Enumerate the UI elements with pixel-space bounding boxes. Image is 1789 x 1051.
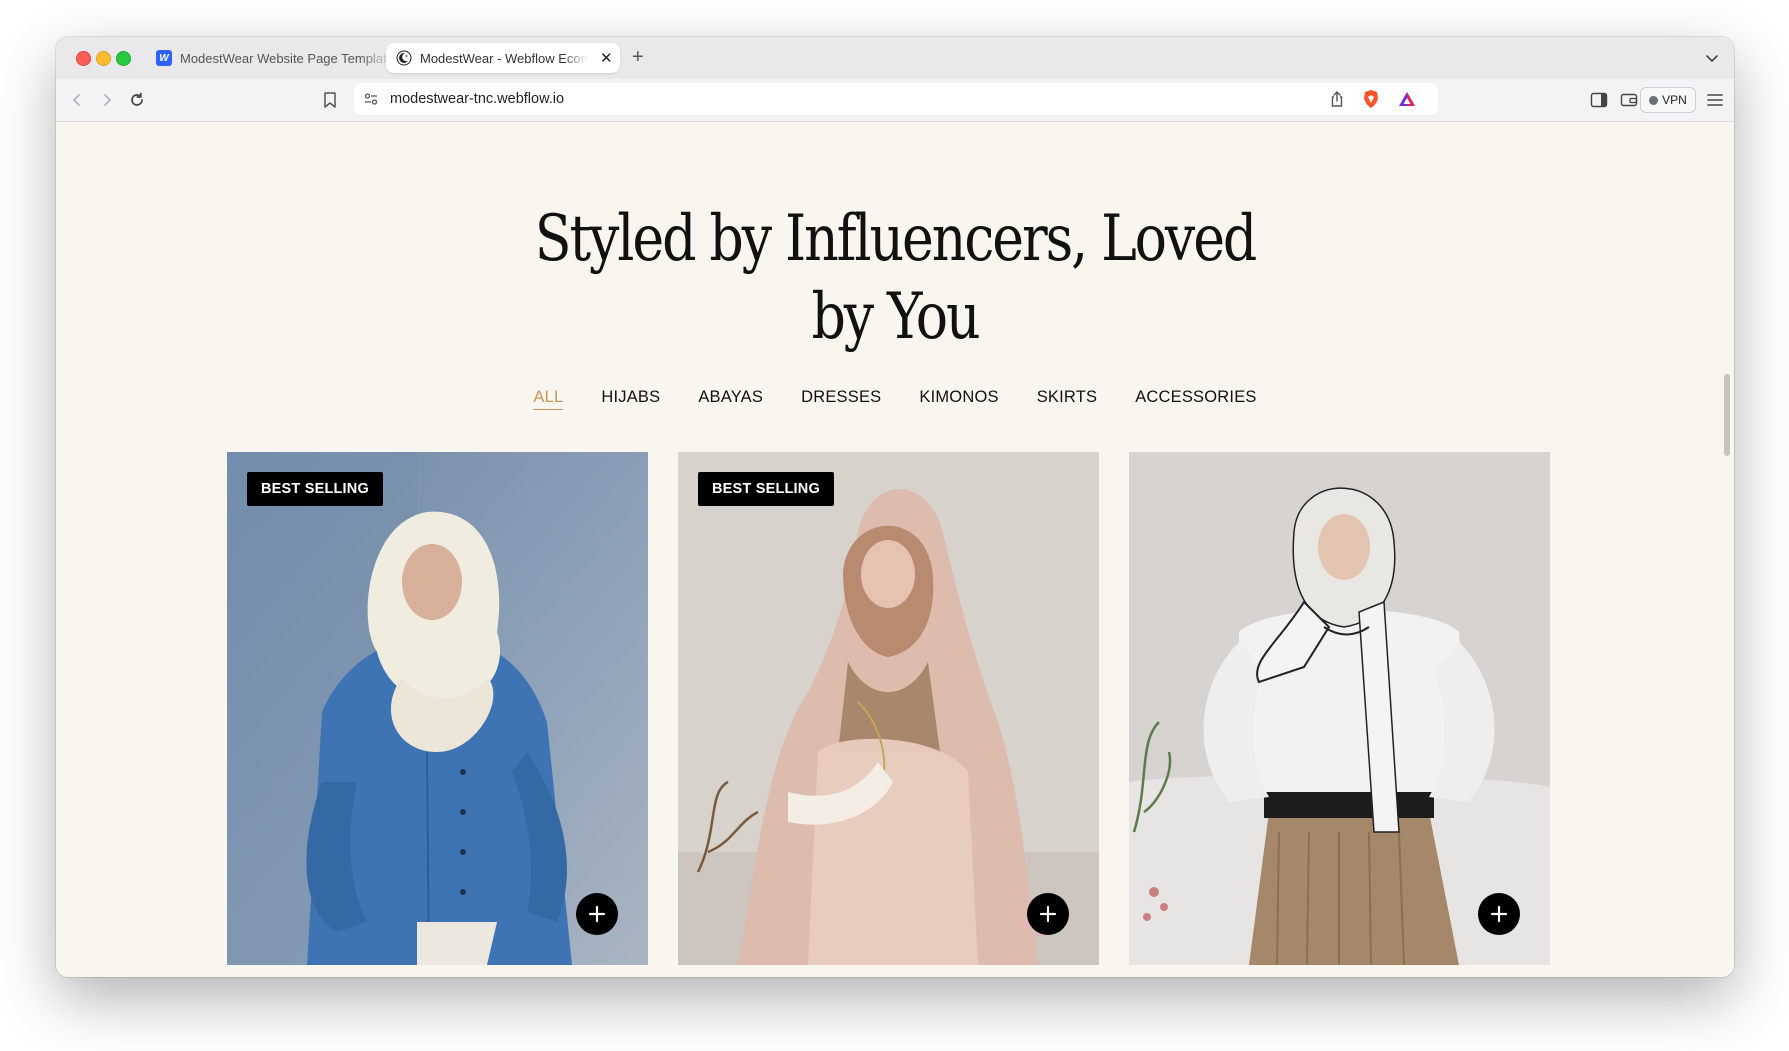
vpn-status-icon bbox=[1649, 95, 1659, 105]
tab-title: ModestWear Website Page Templates bbox=[180, 50, 392, 66]
maximize-window-button[interactable] bbox=[116, 51, 131, 66]
webflow-icon: W bbox=[156, 50, 172, 66]
vpn-label: VPN bbox=[1662, 93, 1687, 107]
tab-bar: W ModestWear Website Page Templates Mode… bbox=[56, 37, 1734, 79]
add-to-cart-button[interactable] bbox=[1027, 893, 1069, 935]
product-card[interactable] bbox=[1129, 452, 1550, 965]
close-tab-icon[interactable]: ✕ bbox=[600, 49, 613, 67]
modestwear-icon bbox=[396, 50, 412, 66]
plus-icon bbox=[588, 905, 606, 923]
brave-rewards-icon[interactable] bbox=[1396, 88, 1418, 110]
bookmark-icon[interactable] bbox=[319, 89, 341, 111]
add-to-cart-button[interactable] bbox=[576, 893, 618, 935]
filter-dresses[interactable]: DRESSES bbox=[801, 388, 881, 410]
tab-modestwear[interactable]: ModestWear - Webflow Ecommerce ✕ bbox=[386, 43, 620, 73]
filter-kimonos[interactable]: KIMONOS bbox=[919, 388, 998, 410]
site-settings-icon[interactable] bbox=[360, 88, 382, 110]
wallet-icon[interactable] bbox=[1618, 89, 1640, 111]
filter-hijabs[interactable]: HIJABS bbox=[601, 388, 660, 410]
page-content: Styled by Influencers, Loved by You ALL … bbox=[56, 122, 1734, 977]
plus-icon bbox=[1490, 905, 1508, 923]
brave-shield-icon[interactable] bbox=[1360, 88, 1382, 110]
filter-all[interactable]: ALL bbox=[533, 388, 564, 410]
new-tab-button[interactable]: + bbox=[632, 46, 644, 68]
page-scrollbar[interactable] bbox=[1724, 374, 1730, 456]
back-icon[interactable] bbox=[66, 89, 88, 111]
headline-line-2: by You bbox=[811, 280, 980, 354]
browser-window: W ModestWear Website Page Templates Mode… bbox=[56, 37, 1734, 977]
menu-icon[interactable] bbox=[1704, 89, 1726, 111]
product-image bbox=[678, 452, 1099, 965]
vpn-button[interactable]: VPN bbox=[1640, 87, 1696, 113]
section-headline: Styled by Influencers, Loved by You bbox=[190, 200, 1600, 356]
share-icon[interactable] bbox=[1326, 88, 1348, 110]
product-image bbox=[227, 452, 648, 965]
headline-line-1: Styled by Influencers, Loved bbox=[534, 202, 1258, 276]
filter-abayas[interactable]: ABAYAS bbox=[698, 388, 763, 410]
plus-icon bbox=[1039, 905, 1057, 923]
product-card[interactable]: BEST SELLING bbox=[227, 452, 648, 965]
sidebar-icon[interactable] bbox=[1588, 89, 1610, 111]
product-card[interactable]: BEST SELLING bbox=[678, 452, 1099, 965]
address-bar[interactable]: modestwear-tnc.webflow.io bbox=[354, 83, 1438, 115]
add-to-cart-button[interactable] bbox=[1478, 893, 1520, 935]
tab-title: ModestWear - Webflow Ecommerce bbox=[420, 50, 588, 66]
filter-skirts[interactable]: SKIRTS bbox=[1037, 388, 1098, 410]
forward-icon[interactable] bbox=[96, 89, 118, 111]
url-text: modestwear-tnc.webflow.io bbox=[390, 91, 565, 107]
category-filters: ALL HIJABS ABAYAS DRESSES KIMONOS SKIRTS… bbox=[56, 388, 1734, 410]
filter-accessories[interactable]: ACCESSORIES bbox=[1135, 388, 1256, 410]
best-selling-badge: BEST SELLING bbox=[247, 472, 383, 506]
close-window-button[interactable] bbox=[76, 51, 91, 66]
chevron-down-icon[interactable] bbox=[1704, 50, 1720, 66]
product-image bbox=[1129, 452, 1550, 965]
best-selling-badge: BEST SELLING bbox=[698, 472, 834, 506]
browser-toolbar: modestwear-tnc.webflow.io VPN bbox=[56, 79, 1734, 122]
reload-icon[interactable] bbox=[126, 89, 148, 111]
minimize-window-button[interactable] bbox=[96, 51, 111, 66]
